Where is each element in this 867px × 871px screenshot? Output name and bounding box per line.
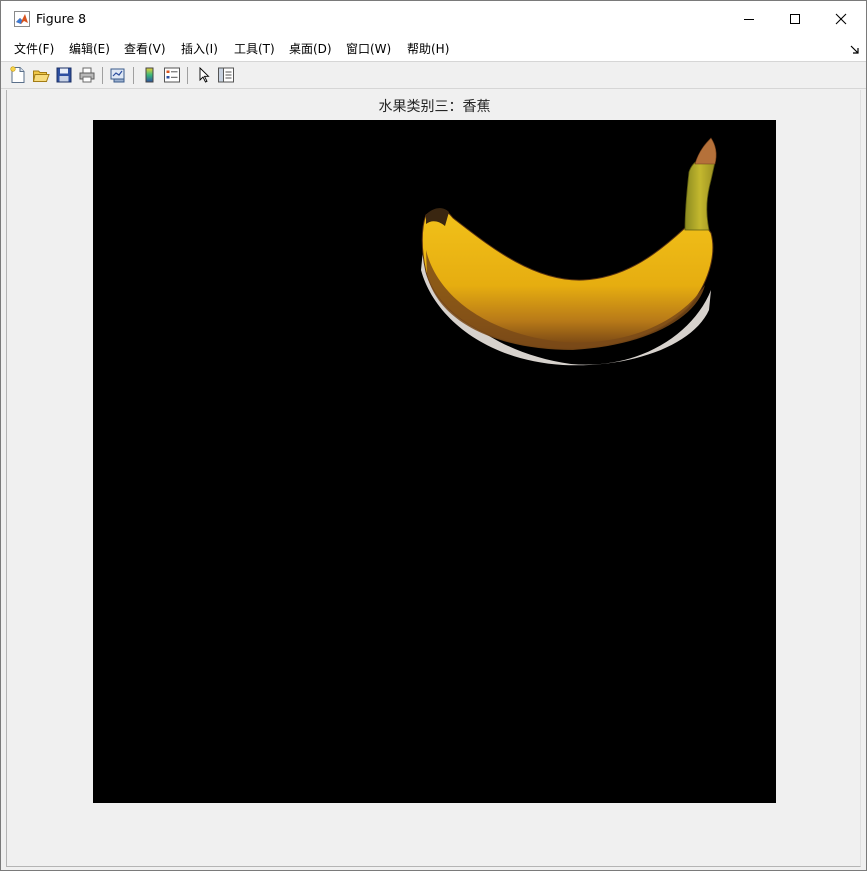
close-icon xyxy=(835,13,847,24)
menu-desktop[interactable]: 桌面(D) xyxy=(289,41,332,57)
maximize-icon xyxy=(790,13,800,24)
menu-edit[interactable]: 编辑(E) xyxy=(69,41,110,57)
minimize-button[interactable] xyxy=(726,1,772,36)
figure-toolbar xyxy=(1,61,866,89)
new-figure-icon[interactable] xyxy=(9,66,27,84)
banana-image xyxy=(421,137,717,366)
toolbar-separator xyxy=(133,67,134,84)
menu-insert[interactable]: 插入(I) xyxy=(181,41,218,57)
maximize-button[interactable] xyxy=(772,1,818,36)
save-icon[interactable] xyxy=(55,66,73,84)
insert-colorbar-icon[interactable] xyxy=(141,66,159,84)
matlab-logo-icon xyxy=(14,11,30,27)
toolbar-separator xyxy=(102,67,103,84)
window-title: Figure 8 xyxy=(36,11,87,26)
menu-bar: 文件(F) 编辑(E) 查看(V) 插入(I) 工具(T) 桌面(D) 窗口(W… xyxy=(1,36,866,61)
title-bar[interactable]: Figure 8 xyxy=(1,1,866,36)
edit-plot-arrow-icon[interactable] xyxy=(195,66,213,84)
print-icon[interactable] xyxy=(78,66,96,84)
insert-legend-icon[interactable] xyxy=(163,66,181,84)
image-axes[interactable] xyxy=(93,120,776,803)
dock-arrow-icon[interactable] xyxy=(850,44,860,54)
menu-tools[interactable]: 工具(T) xyxy=(234,41,275,57)
open-file-icon[interactable] xyxy=(32,66,50,84)
minimize-icon xyxy=(744,18,754,20)
axes-title: 水果类别三：香蕉 xyxy=(378,99,491,115)
menu-view[interactable]: 查看(V) xyxy=(124,41,166,57)
menu-window[interactable]: 窗口(W) xyxy=(346,41,391,57)
menu-help[interactable]: 帮助(H) xyxy=(407,41,449,57)
menu-file[interactable]: 文件(F) xyxy=(14,41,54,57)
toolbar-separator xyxy=(187,67,188,84)
link-plot-icon[interactable] xyxy=(109,66,127,84)
property-inspector-icon[interactable] xyxy=(217,66,235,84)
figure-window: Figure 8 文件(F) 编辑(E) 查看(V) 插入(I) 工具(T) 桌… xyxy=(0,0,867,871)
close-button[interactable] xyxy=(818,1,864,36)
